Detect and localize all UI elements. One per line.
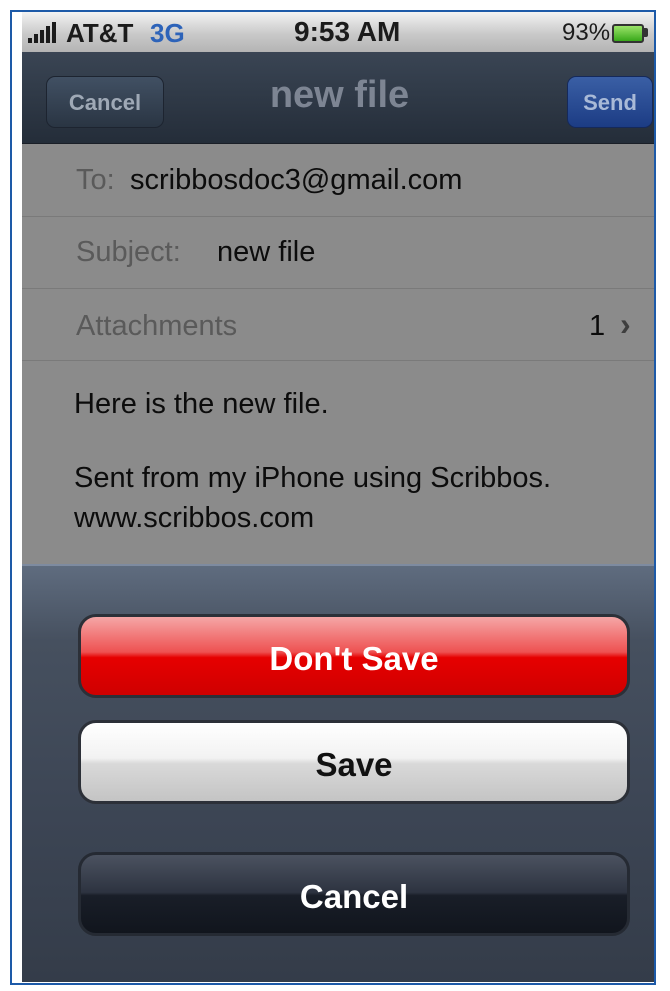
battery-icon <box>612 24 644 43</box>
battery-percent: 93% <box>562 19 611 46</box>
cancel-button[interactable]: Cancel <box>78 852 630 936</box>
to-field[interactable]: To: scribbosdoc3@gmail.com <box>22 144 654 217</box>
body-line: Sent from my iPhone using Scribbos. <box>74 462 552 494</box>
signal-strength-icon <box>28 21 56 43</box>
send-button[interactable]: Send <box>567 76 653 128</box>
battery-tip-icon <box>644 28 648 37</box>
navigation-bar: Cancel new file Send <box>22 52 654 144</box>
message-body[interactable]: Here is the new file. Sent from my iPhon… <box>74 384 551 538</box>
body-line: Here is the new file. <box>74 388 329 420</box>
status-bar: AT&T 3G 9:53 AM 93% <box>22 12 654 53</box>
chevron-right-icon: › <box>620 306 631 342</box>
dont-save-button[interactable]: Don't Save <box>78 614 630 698</box>
attachments-count: 1 <box>589 310 606 342</box>
status-time: 9:53 AM <box>294 16 401 47</box>
phone-screen: AT&T 3G 9:53 AM 93% Cancel new file Send… <box>22 12 654 982</box>
save-button[interactable]: Save <box>78 720 630 804</box>
compose-form: To: scribbosdoc3@gmail.com Subject: new … <box>22 144 654 564</box>
to-label: To: <box>76 164 115 196</box>
to-value[interactable]: scribbosdoc3@gmail.com <box>130 164 462 197</box>
network-type: 3G <box>150 18 185 48</box>
screenshot-frame: AT&T 3G 9:53 AM 93% Cancel new file Send… <box>10 10 656 985</box>
subject-field[interactable]: Subject: new file <box>22 216 654 289</box>
action-sheet: Don't Save Save Cancel <box>22 564 654 982</box>
body-line: www.scribbos.com <box>74 502 315 534</box>
compose-title: new file <box>269 74 410 116</box>
subject-label: Subject: <box>76 236 181 268</box>
attachments-row[interactable]: Attachments 1 › <box>22 288 654 361</box>
carrier-name: AT&T <box>66 18 134 48</box>
subject-value[interactable]: new file <box>217 236 315 269</box>
attachments-label: Attachments <box>76 310 238 342</box>
